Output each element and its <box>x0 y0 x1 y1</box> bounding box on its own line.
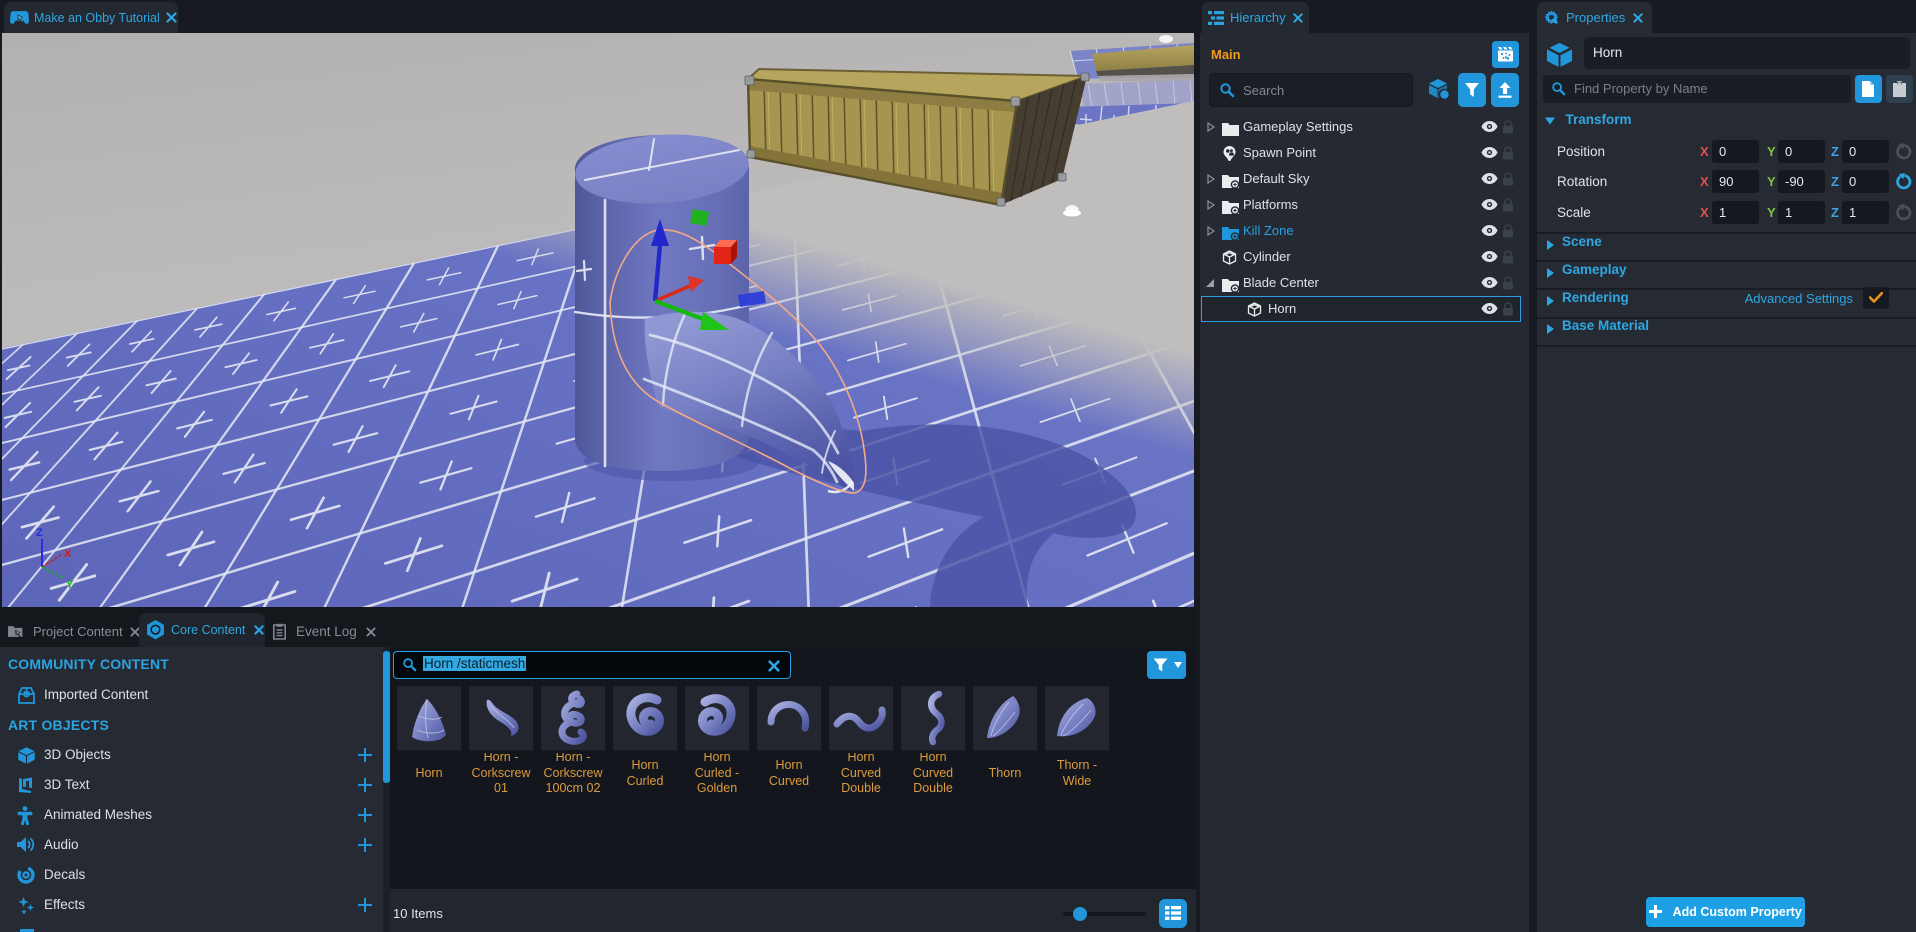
svg-text:Y: Y <box>66 579 74 591</box>
svg-text:Z: Z <box>36 527 43 539</box>
svg-text:X: X <box>64 548 72 560</box>
